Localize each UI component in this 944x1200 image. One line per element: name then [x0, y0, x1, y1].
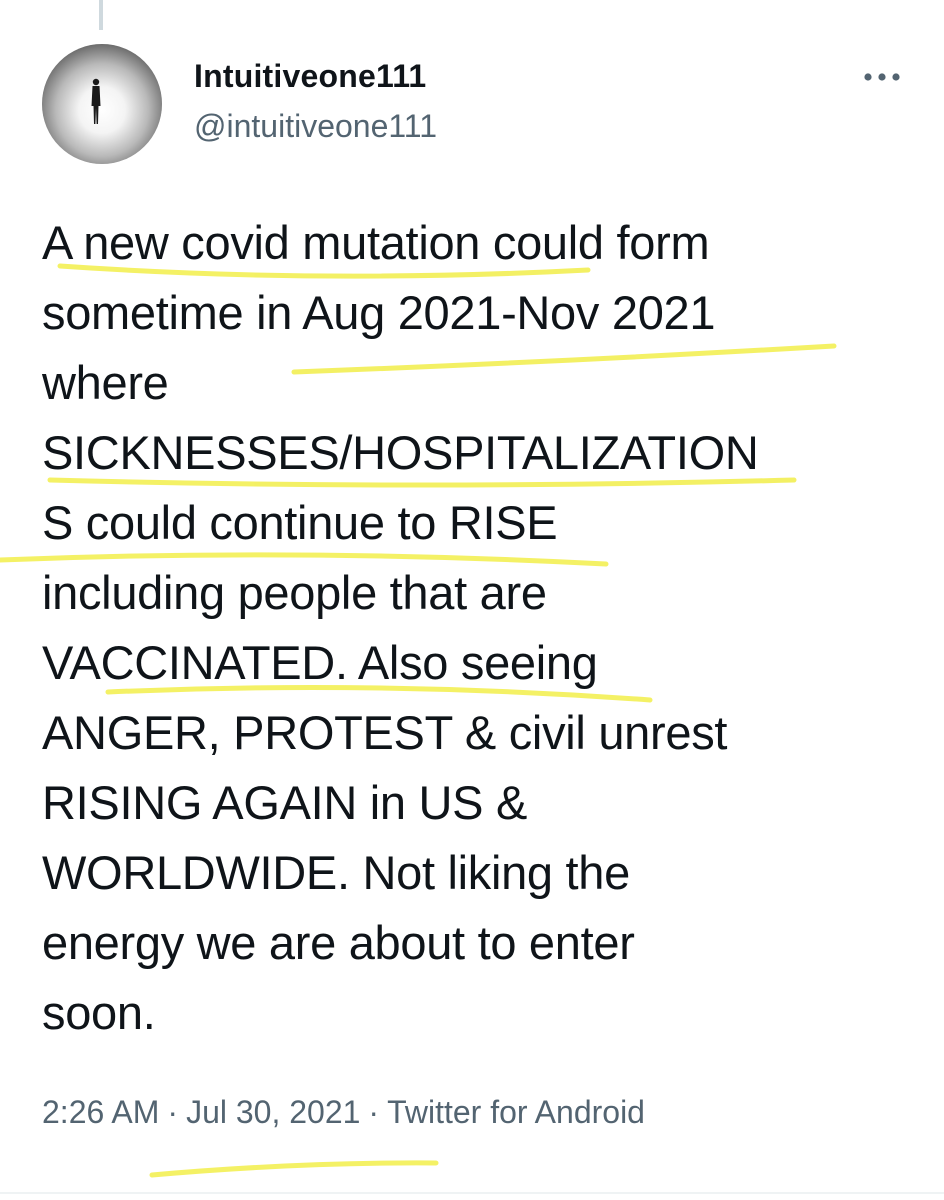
thread-connector-line: [99, 0, 103, 30]
more-options-icon: [864, 73, 900, 81]
tweet-text-line: including people that are: [42, 566, 547, 619]
tweet-text-line: ANGER, PROTEST & civil unrest: [42, 706, 728, 759]
highlight-stroke: [149, 1160, 439, 1178]
separator-dot: ·: [167, 1094, 179, 1130]
tweet-time[interactable]: 2:26 AM: [42, 1094, 159, 1130]
tweet-text-line: energy we are about to enter: [42, 916, 635, 969]
tweet-text-line: RISING AGAIN in US &: [42, 776, 528, 829]
tweet-client[interactable]: Twitter for Android: [387, 1094, 645, 1130]
avatar-silhouette-icon: [42, 44, 162, 164]
tweet-text-line: WORLDWIDE. Not liking the: [42, 846, 630, 899]
author-handle[interactable]: @intuitiveone111: [194, 108, 437, 145]
tweet-metadata: 2:26 AM · Jul 30, 2021 · Twitter for Android: [42, 1094, 645, 1131]
tweet-text-line: sometime in Aug 2021-Nov 2021: [42, 286, 716, 339]
tweet-text-line: soon.: [42, 986, 156, 1039]
tweet-text-line: A new covid mutation could form: [42, 216, 710, 269]
author-display-name[interactable]: Intuitiveone111: [194, 58, 426, 95]
tweet-text-line: VACCINATED. Also seeing: [42, 636, 598, 689]
tweet-text-line: SICKNESSES/HOSPITALIZATION: [42, 426, 759, 479]
separator-dot: ·: [368, 1094, 380, 1130]
tweet-date[interactable]: Jul 30, 2021: [186, 1094, 360, 1130]
tweet-text-line: S could continue to RISE: [42, 496, 558, 549]
more-options-button[interactable]: [858, 62, 906, 92]
tweet-text: A new covid mutation could form sometime…: [42, 208, 912, 1048]
author-avatar[interactable]: [42, 44, 162, 164]
divider: [0, 1192, 944, 1194]
tweet-text-line: where: [42, 356, 169, 409]
